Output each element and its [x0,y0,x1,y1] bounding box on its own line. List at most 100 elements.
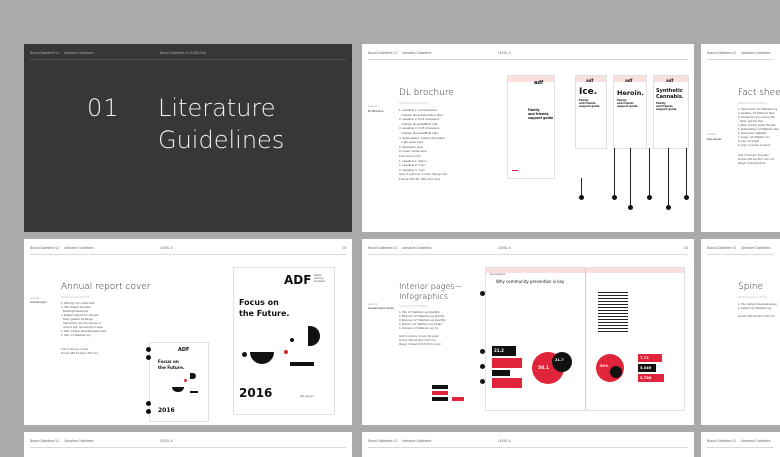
side-nav-item[interactable]: Annual report interior [368,306,394,310]
dl-cover-synthetic: adf Synthetic Cannabis. Family and frien… [654,76,688,148]
page-subtitle: SPECIFICATIONS [399,101,428,105]
stat-value: 7.72 [640,356,649,360]
callout-dot [146,401,151,406]
swatch [432,391,448,395]
page-title: Fact sheets [738,88,780,98]
cover-title: Ice. [579,87,598,97]
dl-cover-ice: adf Ice. Family and friends support guid… [576,76,606,148]
callout-dot [480,379,485,384]
page-header: Brand Guidelines V1 Literature Guideline… [368,51,688,57]
header-level: LEVEL 6 [160,439,173,443]
header-section: Literature Guidelines [402,439,432,443]
header-section: Literature Guidelines [402,51,432,55]
font-sizes: Font sizes (min): 1. Headline 1: 22mm 2.… [399,154,427,172]
side-nav-item[interactable]: Level 6 [368,104,377,108]
adf-logo: adf [534,80,544,86]
page-title: DL brochure [399,88,454,98]
margin-highlight [508,76,554,82]
header-rule [30,447,346,448]
cover-title: the Future. [158,365,185,370]
spec-list: 1. Topic header: GT Walsheim reg 2. Head… [738,108,779,147]
annual-report-page[interactable]: Brand Guidelines V1 Literature Guideline… [24,239,352,425]
side-nav-item[interactable]: Fact sheets [707,137,721,141]
next-page[interactable]: Brand Guidelines V1 Literature Guideline… [701,432,780,457]
page-number: 05 [342,246,346,250]
page-title: Interior pages— [399,282,463,291]
header-section: Literature Guidelines [64,246,94,250]
cover-title: Heroin. [617,89,644,97]
header-section: Literature Guidelines [741,51,771,55]
callout-line [649,148,650,196]
side-nav-item[interactable]: Level 6 [707,132,716,136]
spine-page[interactable]: Brand Guidelines V1 Literature Guideline… [701,239,780,425]
stat-value: 50.1 [538,366,550,371]
interior-pages-page[interactable]: Brand Guidelines V1 Literature Guideline… [362,239,694,425]
annual-cover-small: ADF Focus on the Future. 2016 [150,343,208,421]
header-rule [368,254,688,255]
callout-line [630,148,631,206]
next-page[interactable]: Brand Guidelines V1 Literature Guideline… [362,432,694,457]
header-level: LEVEL 6 [498,439,511,443]
side-nav-item[interactable]: DL Brochure [368,109,384,113]
header-section: Literature Guidelines [741,439,771,443]
dl-cover-heroin: adf Heroin. Family and friends support g… [614,76,646,148]
header-level: LEVEL 6 [498,51,511,55]
page-subtitle: SPECIFICATIONS [738,101,767,105]
chart-circle [552,352,572,372]
callout-dot [146,347,151,352]
stat-value: 21.7 [555,358,564,362]
stat-value: 3,788 [640,376,652,380]
dl-brochure-page[interactable]: Brand Guidelines V1 Literature Guideline… [362,44,694,232]
header-brand: Brand Guidelines V1 [707,439,737,443]
callout-line [686,148,687,196]
page-title: Infographics [399,292,449,301]
next-page[interactable]: Brand Guidelines V1 Literature Guideline… [24,432,352,457]
header-section: Literature Guidelines [402,246,432,250]
page-number: 06 [684,246,688,250]
shape [184,379,187,382]
header-rule [707,254,774,255]
callout-dot [480,349,485,354]
header-section: Literature Guidelines [64,439,94,443]
cover-url: adf.org.au [300,394,314,398]
page-subtitle: SPECIFICATIONS [738,295,767,299]
stat-block [492,358,522,368]
header-brand: Brand Guidelines V1 [30,246,60,250]
header-rule [368,59,688,60]
header-brand: Brand Guidelines V1 [368,51,398,55]
shape [242,352,247,357]
header-brand: Brand Guidelines V1 [368,439,398,443]
spec-list: 1. Headline 1: 2-6 characters Gotham Rou… [399,108,445,154]
annual-cover-large: ADF alcohol and drug foundation Focus on… [234,268,334,414]
swatch [452,397,464,401]
cover-title: Cannabis. [656,94,684,100]
section-page[interactable]: Brand Guidelines V1 Literature Guideline… [24,44,352,232]
shape [190,391,198,393]
grid-format: Grid: 6 columns, 9 rows, 5pt gutter Form… [399,335,441,346]
stat-block [492,378,522,388]
header-section: Literature Guidelines [64,51,94,55]
dl-grid-template: adf Family and friends support guide [508,76,554,178]
grid-format: Grid: 6 columns, 5pt gutter Format: DIN … [738,154,775,165]
page-header: Brand Guidelines V1 Literature Guideline… [30,51,346,57]
callout-line [668,148,669,206]
shape [172,387,184,392]
spec-list: 1. ADF logo, 1/5 mobile width 2. Title: … [61,302,107,337]
fact-sheets-page[interactable]: Brand Guidelines V1 Literature Guideline… [701,44,780,232]
stat-value: 21.2 [494,348,504,353]
cover-line: support guide [528,116,554,120]
side-nav-item[interactable]: Annual report [30,300,47,304]
adf-logo: adf [586,78,594,83]
adf-logo: adf [625,78,633,83]
shape [190,373,196,379]
header-brand: Brand Guidelines V1 [30,439,60,443]
page-subtitle: SPECIFICATIONS [399,304,428,308]
page-subtitle: SPECIFICATIONS [61,295,90,299]
shape [250,352,274,364]
infographic-spread: Annual Report Why community prevention i… [486,268,684,410]
stat-value: 5,446 [640,366,652,370]
callout-dot [146,409,151,414]
callout-dot [480,364,485,369]
text-block [598,292,628,334]
swatch [432,397,448,401]
